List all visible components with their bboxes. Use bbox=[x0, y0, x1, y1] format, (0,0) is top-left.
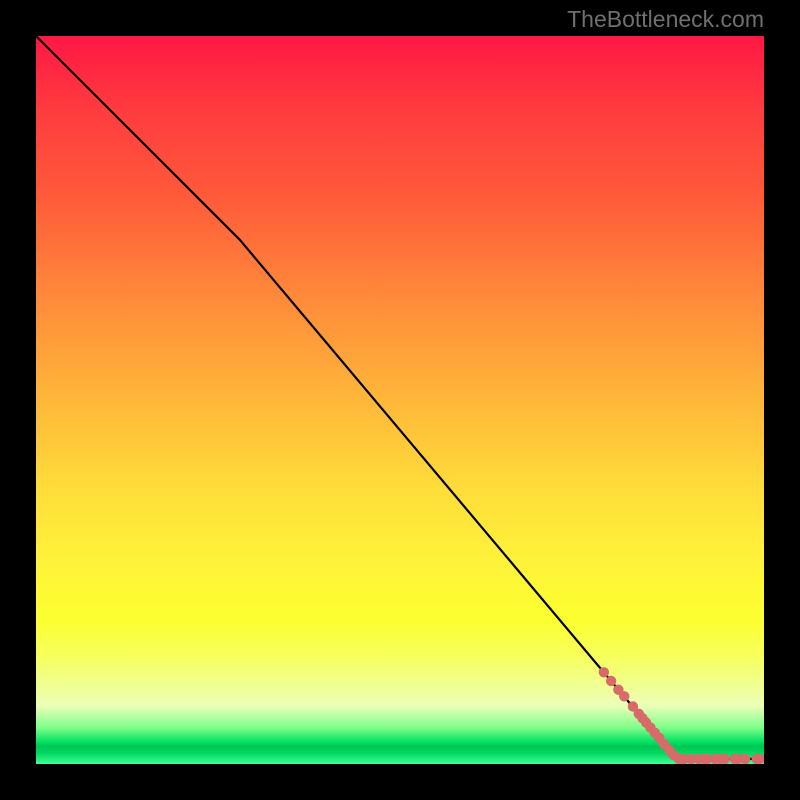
data-point bbox=[619, 691, 629, 701]
data-point bbox=[740, 754, 750, 764]
data-point bbox=[606, 676, 616, 686]
data-points bbox=[599, 667, 764, 764]
data-point bbox=[719, 754, 729, 764]
watermark-text: TheBottleneck.com bbox=[567, 6, 764, 33]
data-point bbox=[599, 667, 609, 677]
plot-area bbox=[36, 36, 764, 764]
chart-overlay bbox=[36, 36, 764, 764]
bottleneck-curve bbox=[36, 36, 764, 759]
chart-frame: TheBottleneck.com bbox=[0, 0, 800, 800]
